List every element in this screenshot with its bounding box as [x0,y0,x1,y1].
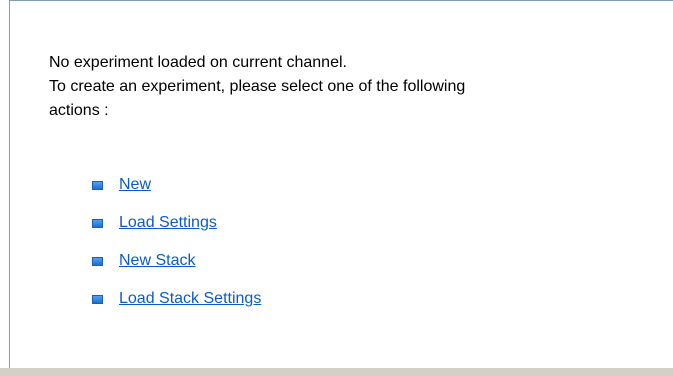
message-line-3: actions : [49,102,109,119]
load-settings-link[interactable]: Load Settings [119,214,217,232]
experiment-panel: No experiment loaded on current channel.… [9,0,673,376]
bottom-divider [0,368,673,376]
bullet-square-icon [92,180,103,190]
bullet-square-icon [92,218,103,228]
load-stack-settings-link[interactable]: Load Stack Settings [119,290,261,308]
message-line-2: To create an experiment, please select o… [49,78,466,95]
new-link[interactable]: New [119,176,151,194]
no-experiment-message: No experiment loaded on current channel.… [49,51,639,123]
message-line-1: No experiment loaded on current channel. [49,54,347,71]
list-item-load-stack-settings: Load Stack Settings [82,275,261,323]
bullet-square-icon [92,294,103,304]
actions-list: New Load Settings New Stack Load Stack S… [82,161,261,323]
bullet-square-icon [92,256,103,266]
new-stack-link[interactable]: New Stack [119,252,195,270]
